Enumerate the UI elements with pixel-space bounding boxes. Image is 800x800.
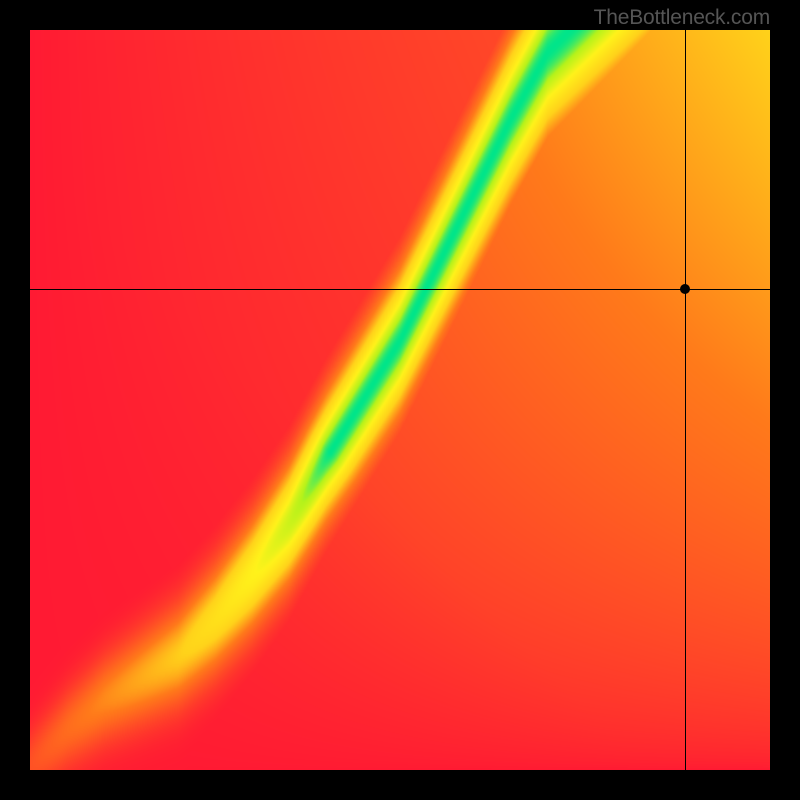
crosshair-horizontal — [30, 289, 770, 290]
crosshair-vertical — [685, 30, 686, 770]
heatmap-canvas — [30, 30, 770, 770]
data-point-marker — [680, 284, 690, 294]
watermark-text: TheBottleneck.com — [594, 6, 770, 30]
heatmap-chart — [30, 30, 770, 770]
